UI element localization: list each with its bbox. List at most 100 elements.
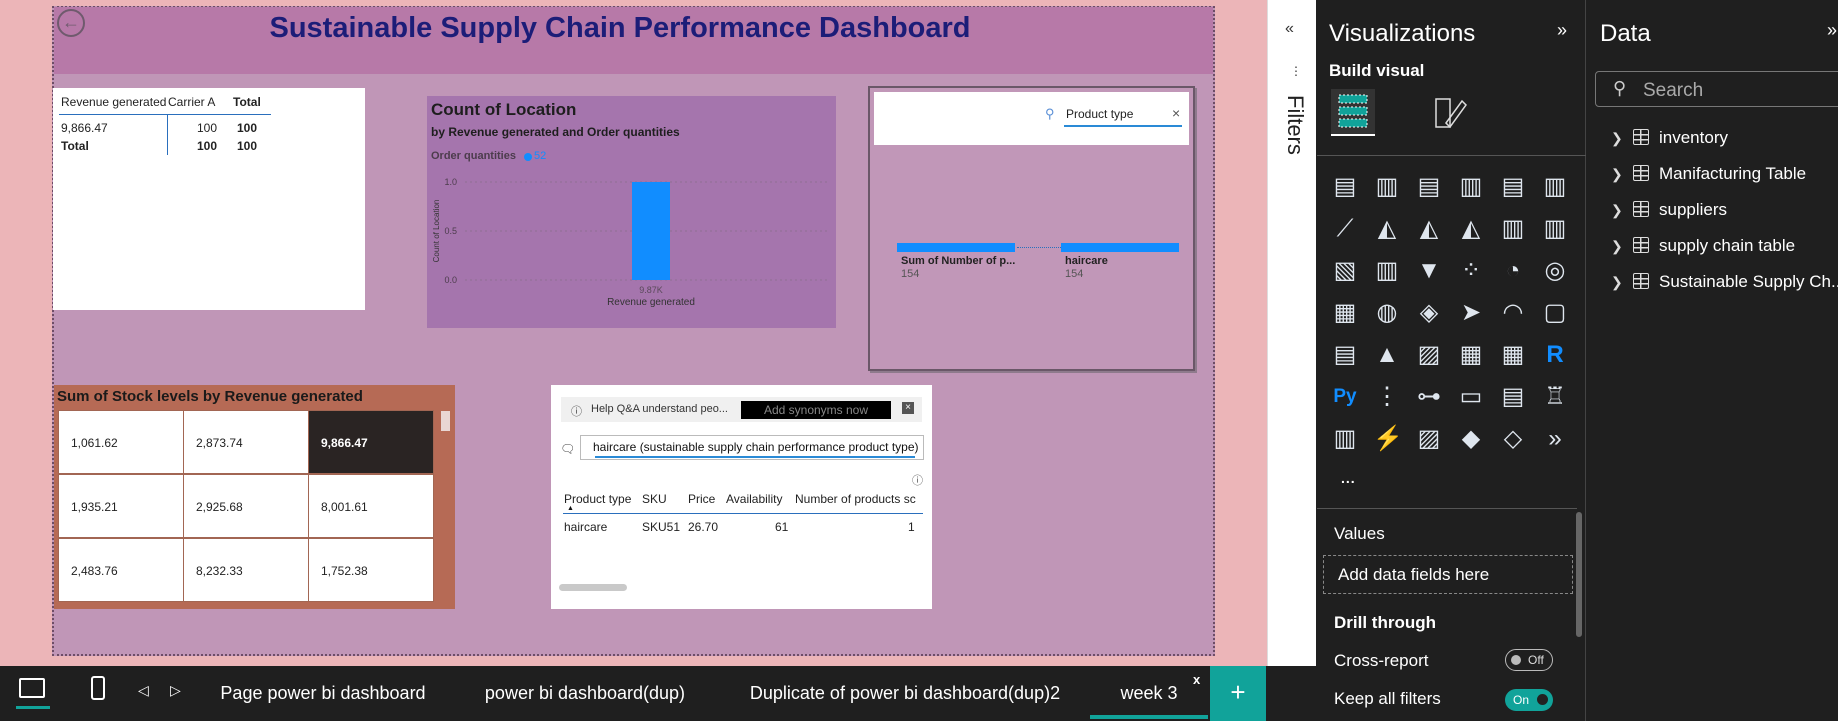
- arcgis-icon[interactable]: ◆: [1457, 425, 1485, 453]
- treemap-icon[interactable]: ▦: [1331, 299, 1359, 327]
- count-of-location-chart[interactable]: Count of Location by Revenue generated a…: [427, 96, 836, 328]
- chevron-right-icon[interactable]: ❯: [1611, 166, 1629, 183]
- qa-header-availability[interactable]: Availability: [726, 492, 782, 506]
- chevron-right-icon[interactable]: ❯: [1611, 274, 1629, 291]
- stacked-bar-icon[interactable]: ▤: [1331, 173, 1359, 201]
- map-icon[interactable]: ◍: [1373, 299, 1401, 327]
- page-tab[interactable]: Duplicate of power bi dashboard(dup)2: [730, 666, 1080, 721]
- back-arrow-icon[interactable]: ←: [57, 9, 85, 37]
- add-synonyms-button[interactable]: Add synonyms now: [741, 401, 891, 419]
- chevron-right-icon[interactable]: ❯: [1611, 130, 1629, 147]
- chevron-right-icon[interactable]: ❯: [1611, 202, 1629, 219]
- python-visual-icon[interactable]: Py: [1331, 383, 1359, 411]
- azure-map-icon[interactable]: ➤: [1457, 299, 1485, 327]
- power-apps-diamond-icon[interactable]: ◇: [1499, 425, 1527, 453]
- funnel-bar[interactable]: [897, 243, 1015, 252]
- matrix-cell[interactable]: 8,232.33: [183, 538, 309, 602]
- table-header-carrier-a[interactable]: Carrier A: [168, 95, 215, 109]
- area-chart-icon[interactable]: ◭: [1373, 215, 1401, 243]
- close-tab-icon[interactable]: x: [1193, 672, 1200, 687]
- add-data-fields-drop-zone[interactable]: Add data fields here: [1323, 555, 1573, 594]
- add-page-button[interactable]: +: [1210, 666, 1266, 721]
- matrix-cell[interactable]: 1,752.38: [308, 538, 434, 602]
- double-chevron-left-icon[interactable]: «: [1285, 20, 1294, 38]
- keep-all-filters-toggle[interactable]: On: [1505, 689, 1553, 711]
- slicer-icon[interactable]: ▨: [1415, 341, 1443, 369]
- ribbon-chart-icon[interactable]: ▧: [1331, 257, 1359, 285]
- legend-item[interactable]: 52: [534, 150, 546, 162]
- page-tab[interactable]: power bi dashboard(dup): [470, 666, 700, 721]
- get-more-visuals-icon[interactable]: »: [1541, 425, 1569, 453]
- data-table-inventory[interactable]: ❯ inventory: [1611, 128, 1728, 152]
- matrix-scrollbar[interactable]: [441, 411, 450, 431]
- clustered-bar-icon[interactable]: ▤: [1415, 173, 1443, 201]
- funnel-bar[interactable]: [1061, 243, 1179, 252]
- data-table-sustainable-supply-chain[interactable]: ❯ Sustainable Supply Ch...: [1611, 272, 1838, 296]
- kpi-icon[interactable]: ▲: [1373, 341, 1401, 369]
- pane-scrollbar[interactable]: [1576, 512, 1582, 637]
- table-icon[interactable]: ▦: [1457, 341, 1485, 369]
- decomposition-tree-icon[interactable]: ⊶: [1415, 383, 1443, 411]
- product-type-slicer[interactable]: ⚲ Product type ×: [874, 92, 1189, 145]
- line-clustered-column-icon[interactable]: ▥: [1541, 215, 1569, 243]
- cross-report-toggle[interactable]: Off: [1505, 649, 1553, 671]
- page-tab[interactable]: Page power bi dashboard: [208, 666, 438, 721]
- line-chart-icon[interactable]: ⟋: [1331, 215, 1359, 243]
- clustered-column-icon[interactable]: ▥: [1457, 173, 1485, 201]
- qa-visual[interactable]: ⓘ Help Q&A understand peo... Add synonym…: [551, 385, 932, 609]
- clear-icon[interactable]: ×: [1172, 105, 1180, 121]
- qa-icon[interactable]: ▭: [1457, 383, 1485, 411]
- page-tab-active[interactable]: week 3: [1090, 666, 1208, 721]
- mobile-layout-icon[interactable]: [91, 676, 105, 700]
- matrix-cell[interactable]: 1,061.62: [58, 410, 184, 474]
- matrix-cell[interactable]: 8,001.61: [308, 474, 434, 538]
- smart-narrative-icon[interactable]: ▤: [1499, 383, 1527, 411]
- previous-page-icon[interactable]: ◁: [138, 682, 149, 699]
- data-table-manufacturing[interactable]: ❯ Manifacturing Table: [1611, 164, 1806, 188]
- pie-icon[interactable]: ◔: [1499, 257, 1527, 285]
- table-header-revenue[interactable]: Revenue generated: [61, 95, 166, 109]
- qa-header-product-type[interactable]: Product type: [564, 492, 631, 506]
- chevron-right-icon[interactable]: ❯: [1611, 238, 1629, 255]
- matrix-cell[interactable]: 2,873.74: [183, 410, 309, 474]
- 100-stacked-column-icon[interactable]: ▥: [1541, 173, 1569, 201]
- power-apps-icon[interactable]: ⚡: [1373, 425, 1403, 453]
- card-icon[interactable]: ▢: [1541, 299, 1569, 327]
- data-table-suppliers[interactable]: ❯ suppliers: [1611, 200, 1727, 224]
- build-visual-tab[interactable]: [1331, 89, 1375, 136]
- double-chevron-right-icon[interactable]: »: [1557, 20, 1567, 41]
- filters-label[interactable]: Filters: [1282, 95, 1308, 155]
- filters-pane-collapsed[interactable]: « ⋮ Filters: [1267, 0, 1316, 666]
- scatter-icon[interactable]: ⁘: [1457, 257, 1485, 285]
- next-page-icon[interactable]: ▷: [170, 682, 181, 699]
- matrix-cell[interactable]: 2,483.76: [58, 538, 184, 602]
- data-search-input[interactable]: ⚲ Search: [1595, 71, 1838, 107]
- metrics-icon[interactable]: ♖: [1541, 383, 1569, 411]
- close-icon[interactable]: ×: [902, 402, 914, 414]
- qa-header-price[interactable]: Price: [688, 492, 715, 506]
- matrix-cell[interactable]: 1,935.21: [58, 474, 184, 538]
- table-header-total[interactable]: Total: [233, 95, 261, 109]
- qa-header-number-of-products[interactable]: Number of products sc: [795, 492, 916, 506]
- line-column-icon[interactable]: ▥: [1499, 215, 1527, 243]
- key-influencers-icon[interactable]: ⋮: [1373, 383, 1401, 411]
- matrix-icon[interactable]: ▦: [1499, 341, 1527, 369]
- waterfall-icon[interactable]: ▥: [1373, 257, 1401, 285]
- qa-header-sku[interactable]: SKU: [642, 492, 667, 506]
- stock-levels-matrix[interactable]: Sum of Stock levels by Revenue generated…: [54, 385, 455, 609]
- 100-stacked-area-icon[interactable]: ◭: [1457, 215, 1485, 243]
- power-automate-icon[interactable]: ▨: [1415, 425, 1443, 453]
- revenue-carrier-table[interactable]: Revenue generated Carrier A Total 9,866.…: [53, 88, 365, 310]
- stacked-area-icon[interactable]: ◭: [1415, 215, 1443, 243]
- qa-horizontal-scrollbar[interactable]: [559, 584, 627, 591]
- desktop-layout-icon[interactable]: [19, 678, 45, 698]
- donut-icon[interactable]: ◎: [1541, 257, 1569, 285]
- more-visuals-icon[interactable]: ...: [1341, 470, 1356, 486]
- data-table-supply-chain[interactable]: ❯ supply chain table: [1611, 236, 1795, 260]
- chart-bar[interactable]: [632, 182, 670, 280]
- matrix-cell[interactable]: 2,925.68: [183, 474, 309, 538]
- paginated-report-icon[interactable]: ▥: [1331, 425, 1359, 453]
- multi-row-card-icon[interactable]: ▤: [1331, 341, 1359, 369]
- info-icon[interactable]: ⓘ: [912, 472, 923, 488]
- double-chevron-right-icon[interactable]: »: [1827, 20, 1837, 41]
